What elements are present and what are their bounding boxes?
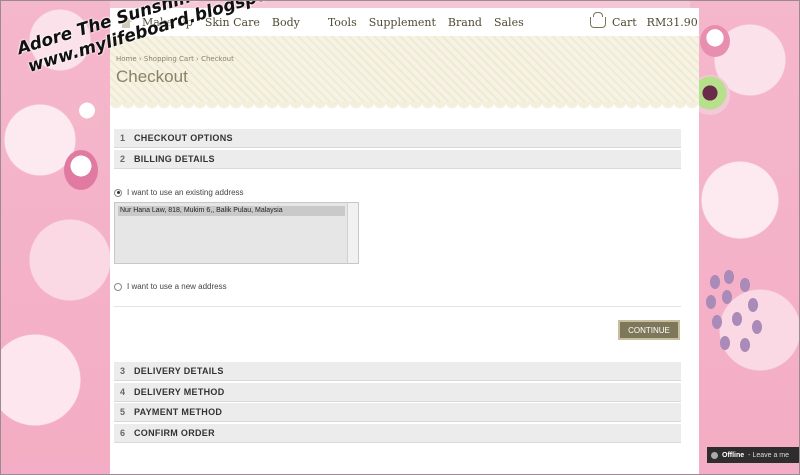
step-delivery-details[interactable]: 3 DELIVERY DETAILS	[114, 362, 681, 381]
step-payment-method[interactable]: 5 PAYMENT METHOD	[114, 403, 681, 422]
status-dot-icon	[711, 451, 718, 459]
continue-button[interactable]: CONTINUE	[618, 320, 680, 340]
step-label: BILLING DETAILS	[134, 154, 215, 164]
page-title: Checkout	[116, 67, 188, 86]
existing-address-radio[interactable]	[114, 188, 122, 197]
main-panel: Make Up Skin Care Body Tools Supplement …	[110, 8, 699, 475]
chat-text: - Leave a me	[748, 451, 790, 459]
cart-label: Cart	[612, 15, 637, 29]
step-label: PAYMENT METHOD	[134, 407, 223, 417]
step-billing-details[interactable]: 2 BILLING DETAILS	[114, 150, 681, 169]
address-select[interactable]: Nur Hana Law, 818, Mukim 6,, Balik Pulau…	[114, 202, 359, 264]
cupcake-decoration	[700, 25, 730, 57]
step-confirm-order[interactable]: 6 CONFIRM ORDER	[114, 424, 681, 443]
step-number: 6	[120, 428, 126, 438]
nav-item-brand[interactable]: Brand	[448, 16, 482, 29]
address-option-selected[interactable]: Nur Hana Law, 818, Mukim 6,, Balik Pulau…	[118, 206, 345, 216]
cart-total: RM31.90	[646, 15, 698, 29]
step-label: DELIVERY DETAILS	[134, 366, 224, 376]
nav-item-body[interactable]: Body	[272, 16, 300, 29]
step-number: 3	[120, 366, 126, 376]
new-address-option[interactable]: I want to use a new address	[114, 282, 227, 291]
cupcake-decoration	[64, 150, 98, 190]
new-address-radio[interactable]	[114, 282, 122, 291]
chat-widget[interactable]: Offline - Leave a me	[707, 447, 800, 463]
new-address-label: I want to use a new address	[127, 282, 227, 291]
step-label: DELIVERY METHOD	[134, 387, 225, 397]
chat-status: Offline	[722, 451, 745, 459]
step-number: 1	[120, 133, 126, 143]
nav-item-supplement[interactable]: Supplement	[369, 16, 436, 29]
lavender-decoration	[700, 270, 770, 390]
breadcrumb[interactable]: Home › Shopping Cart › Checkout	[116, 55, 234, 63]
nav-item-sales[interactable]: Sales	[494, 16, 524, 29]
step-number: 5	[120, 407, 126, 417]
page-banner: Home › Shopping Cart › Checkout Checkout	[110, 36, 699, 110]
nav-item-tools[interactable]: Tools	[328, 16, 357, 29]
background-left-decoration	[0, 0, 110, 475]
cupcake-decoration	[70, 100, 104, 130]
existing-address-label: I want to use an existing address	[127, 188, 244, 197]
step-label: CHECKOUT OPTIONS	[134, 133, 233, 143]
step-number: 4	[120, 387, 126, 397]
basket-icon	[590, 11, 606, 28]
address-scrollbar[interactable]	[347, 203, 358, 263]
step-label: CONFIRM ORDER	[134, 428, 215, 438]
background-right-decoration	[690, 0, 800, 475]
step-delivery-method[interactable]: 4 DELIVERY METHOD	[114, 383, 681, 402]
step-checkout-options[interactable]: 1 CHECKOUT OPTIONS	[114, 129, 681, 148]
divider	[114, 306, 681, 307]
step-number: 2	[120, 154, 126, 164]
cart-link[interactable]: Cart RM31.90	[590, 8, 698, 36]
existing-address-option[interactable]: I want to use an existing address	[114, 188, 244, 197]
